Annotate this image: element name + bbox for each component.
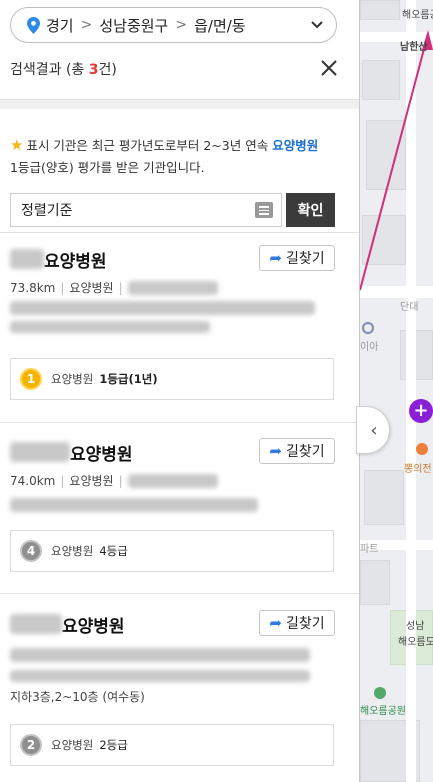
grade-box: 1 요양병원 1등급(1년) (10, 358, 334, 400)
route-button[interactable]: ➦ 길찾기 (259, 438, 335, 464)
section-divider (0, 99, 359, 109)
hospital-meta: 73.8km | 요양병원 | (10, 279, 218, 296)
route-arrow-icon: ➦ (269, 614, 282, 632)
grade-type: 요양병원 (51, 544, 94, 558)
redacted-name (10, 442, 70, 462)
breadcrumb-province[interactable]: 경기 (46, 15, 74, 36)
map-label: 이아 (360, 342, 379, 353)
map-block (400, 330, 433, 380)
result-count-label: 검색결과 (총 3건) (10, 62, 117, 78)
grade-2-medal-icon: 2 (20, 734, 42, 756)
chevron-right-icon: > (80, 17, 93, 33)
map-label: 해오름도 (398, 637, 433, 648)
redacted-address (10, 321, 210, 333)
map-label: 남한산 (400, 42, 428, 53)
route-button[interactable]: ➦ 길찾기 (259, 245, 335, 271)
map-label: 해오름공원 (402, 10, 433, 21)
divider (0, 422, 359, 423)
restaurant-marker-icon[interactable] (416, 443, 428, 455)
redacted-address (10, 498, 258, 512)
breadcrumb-district[interactable]: 성남중원구 (99, 15, 168, 36)
map-label: 단대 (400, 302, 419, 313)
grade-box: 4 요양병원 4등급 (10, 530, 334, 572)
hospital-distance: 74.0km (10, 473, 56, 488)
region-selector[interactable]: 경기 > 성남중원구 > 읍/면/동 (10, 7, 337, 43)
grade-type: 요양병원 (51, 738, 94, 752)
map-block (364, 470, 404, 525)
map-label: 성남 (406, 621, 425, 632)
hospital-card[interactable]: 요양병원 ➦ 길찾기 74.0km | 요양병원 | 4 요양병원 4등급 (0, 438, 359, 586)
chevron-right-icon: > (175, 17, 188, 33)
grade-level: 2등급 (99, 738, 128, 752)
grade-notice: ★ 표시 기관은 최근 평가년도로부터 2~3년 연속 요양병원 1등급(양호) … (10, 136, 319, 175)
redacted-address (10, 301, 315, 315)
result-count: 3 (88, 62, 99, 78)
breadcrumb-town[interactable]: 읍/면/동 (194, 15, 246, 36)
map-label: 해오름공원 (360, 706, 406, 717)
redacted-phone (127, 473, 218, 488)
hospital-name-row: 요양병원 ➦ 길찾기 (10, 245, 335, 273)
hospital-name-row: 요양병원 ➦ 길찾기 (10, 438, 335, 466)
close-icon[interactable] (318, 57, 340, 79)
redacted-meta (10, 648, 310, 662)
grade-level: 1등급(1년) (99, 372, 158, 386)
map-label: 파트 (360, 544, 379, 555)
notice-highlight: 요양병원 (272, 138, 319, 153)
hospital-name[interactable]: 요양병원 (62, 612, 125, 637)
list-icon (255, 202, 273, 218)
hospital-card[interactable]: 요양병원 ➦ 길찾기 73.8km | 요양병원 | 1 요양병원 1등급(1년… (0, 245, 359, 420)
hospital-name[interactable]: 요양병원 (44, 247, 107, 272)
chevron-down-icon[interactable] (308, 16, 326, 34)
hospital-card[interactable]: 요양병원 ➦ 길찾기 지하3층,2~10층 (여수동) 2 요양병원 2등급 (0, 610, 359, 780)
redacted-name (10, 249, 44, 269)
search-result-panel: 경기 > 성남중원구 > 읍/면/동 검색결과 (총 3건) ★ 표시 기관은 최… (0, 0, 360, 782)
map-view[interactable]: 해오름공원 남한산 단대 이아 + 뽕의전 파트 성남 해오름도 해오름공원 (360, 0, 433, 782)
grade-level: 4등급 (99, 544, 128, 558)
redacted-name (10, 614, 62, 634)
sort-row: 정렬기준 확인 (10, 193, 335, 227)
grade-4-medal-icon: 4 (20, 540, 42, 562)
route-button[interactable]: ➦ 길찾기 (259, 610, 335, 636)
divider (0, 593, 359, 594)
sort-selected-value: 정렬기준 (21, 203, 73, 219)
redacted-phone (127, 280, 218, 295)
map-poi-icon[interactable] (362, 322, 374, 334)
sort-select[interactable]: 정렬기준 (10, 193, 282, 227)
chevron-left-icon: ‹ (370, 419, 378, 441)
location-pin-icon (27, 16, 40, 34)
hospital-type: 요양병원 (69, 281, 114, 295)
grade-type: 요양병원 (51, 372, 94, 386)
hospital-type: 요양병원 (69, 474, 114, 488)
route-arrow-icon: ➦ (269, 249, 282, 267)
hospital-marker-icon[interactable]: + (409, 399, 433, 423)
grade-1-medal-icon: 1 (20, 368, 42, 390)
hospital-name[interactable]: 요양병원 (70, 440, 133, 465)
park-marker-icon[interactable] (374, 687, 386, 699)
result-count-row: 검색결과 (총 3건) (10, 55, 340, 83)
grade-box: 2 요양병원 2등급 (10, 724, 334, 766)
hospital-name-row: 요양병원 ➦ 길찾기 (10, 610, 335, 638)
map-block (360, 560, 390, 605)
confirm-button[interactable]: 확인 (286, 193, 335, 227)
star-icon: ★ (10, 136, 24, 154)
hospital-distance: 73.8km (10, 280, 56, 295)
hospital-meta: 74.0km | 요양병원 | (10, 472, 218, 489)
hospital-address-line2: 지하3층,2~10층 (여수동) (10, 690, 145, 704)
redacted-address (10, 670, 310, 682)
route-arrow-icon: ➦ (269, 442, 282, 460)
map-label: 뽕의전 (404, 464, 432, 475)
divider (0, 232, 359, 233)
